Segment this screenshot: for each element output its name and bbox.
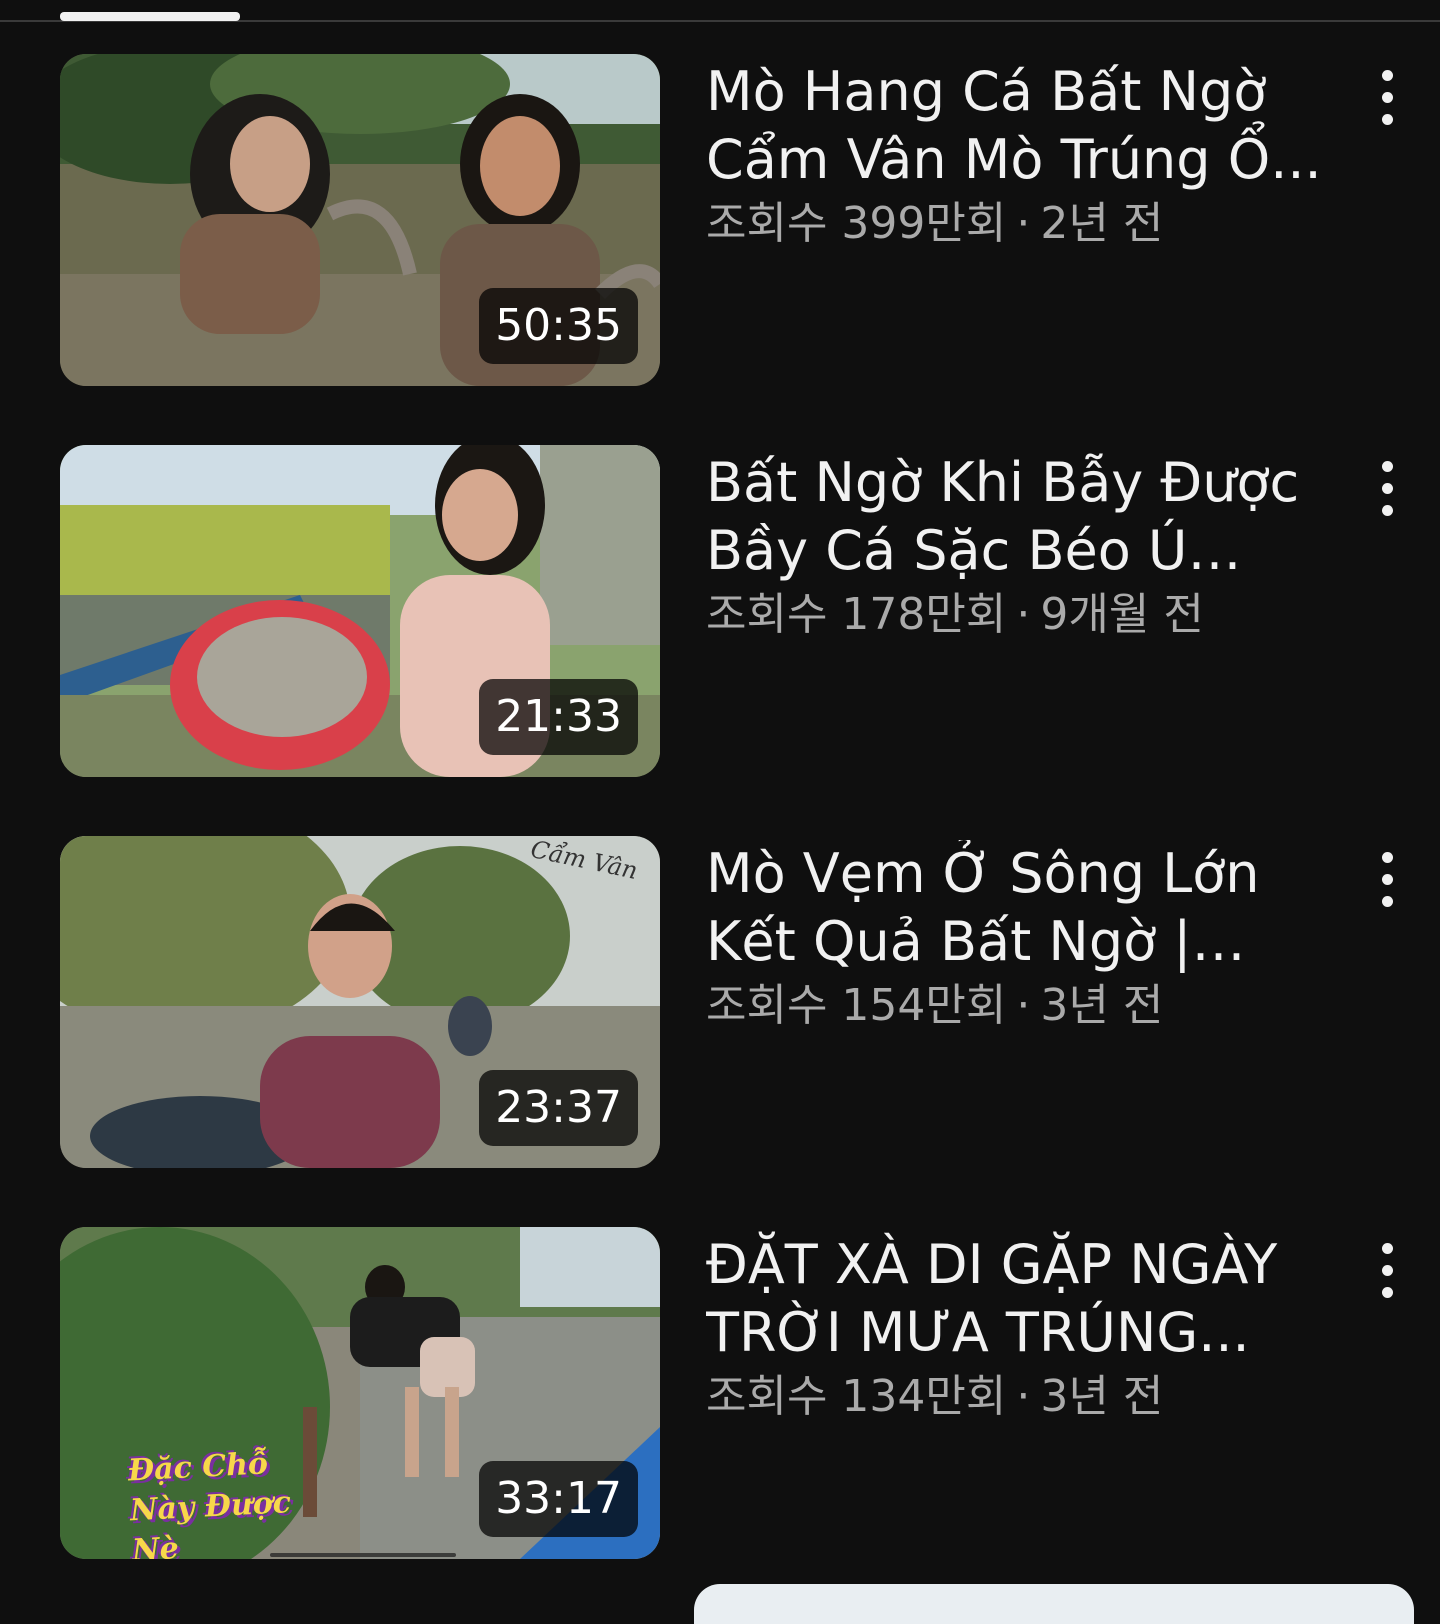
upload-age: 3년 전 — [1040, 980, 1164, 1031]
more-vert-icon[interactable] — [1360, 846, 1416, 916]
video-meta: ĐẶT XÀ DI GẶP NGÀY TRỜI MƯA TRÚNG... 조회수… — [706, 1227, 1326, 1425]
video-list: 50:35 Mò Hang Cá Bất Ngờ Cẩm Vân Mò Trún… — [0, 0, 1440, 1624]
upload-age: 9개월 전 — [1040, 589, 1204, 640]
thumbnail-caption: Đặc Chỗ Này Được Nè — [127, 1446, 292, 1559]
video-duration-badge: 33:17 — [479, 1461, 638, 1537]
video-item[interactable]: 50:35 Mò Hang Cá Bất Ngờ Cẩm Vân Mò Trún… — [0, 54, 1440, 386]
separator-dot: · — [1016, 198, 1031, 249]
video-stats: 조회수 399만회 · 2년 전 — [706, 196, 1326, 252]
video-title[interactable]: Bất Ngờ Khi Bẫy Được Bầy Cá Sặc Béo Ú Sa… — [706, 449, 1326, 585]
video-duration-badge: 21:33 — [479, 679, 638, 755]
video-stats: 조회수 178만회 · 9개월 전 — [706, 587, 1326, 643]
video-stats: 조회수 154만회 · 3년 전 — [706, 978, 1326, 1034]
video-title[interactable]: Mò Vẹm Ở Sông Lớn Kết Quả Bất Ngờ | Cẩm … — [706, 840, 1326, 976]
video-title[interactable]: Mò Hang Cá Bất Ngờ Cẩm Vân Mò Trúng Ổ... — [706, 58, 1326, 194]
view-count: 조회수 399만회 — [706, 198, 1007, 249]
video-item[interactable]: Cẩm Vân 23:37 Mò Vẹm Ở Sông Lớn Kết Quả … — [0, 836, 1440, 1168]
view-count: 조회수 134만회 — [706, 1371, 1007, 1422]
video-title[interactable]: ĐẶT XÀ DI GẶP NGÀY TRỜI MƯA TRÚNG... — [706, 1231, 1326, 1367]
video-item[interactable]: 21:33 Bất Ngờ Khi Bẫy Được Bầy Cá Sặc Bé… — [0, 445, 1440, 777]
separator-dot: · — [1016, 980, 1031, 1031]
next-item-preview — [694, 1584, 1414, 1624]
video-meta: Mò Vẹm Ở Sông Lớn Kết Quả Bất Ngờ | Cẩm … — [706, 836, 1326, 1034]
view-count: 조회수 178만회 — [706, 589, 1007, 640]
video-stats: 조회수 134만회 · 3년 전 — [706, 1369, 1326, 1425]
playback-scrubber[interactable] — [270, 1553, 456, 1557]
more-vert-icon[interactable] — [1360, 1237, 1416, 1307]
video-thumbnail[interactable]: Cẩm Vân 23:37 — [60, 836, 660, 1168]
upload-age: 3년 전 — [1040, 1371, 1164, 1422]
video-meta: Bất Ngờ Khi Bẫy Được Bầy Cá Sặc Béo Ú Sa… — [706, 445, 1326, 643]
video-meta: Mò Hang Cá Bất Ngờ Cẩm Vân Mò Trúng Ổ...… — [706, 54, 1326, 252]
separator-dot: · — [1016, 589, 1031, 640]
video-thumbnail[interactable]: 50:35 — [60, 54, 660, 386]
view-count: 조회수 154만회 — [706, 980, 1007, 1031]
separator-dot: · — [1016, 1371, 1031, 1422]
video-item[interactable]: Đặc Chỗ Này Được Nè 33:17 ĐẶT XÀ DI GẶP … — [0, 1227, 1440, 1559]
more-vert-icon[interactable] — [1360, 64, 1416, 134]
upload-age: 2년 전 — [1040, 198, 1164, 249]
video-thumbnail[interactable]: Đặc Chỗ Này Được Nè 33:17 — [60, 1227, 660, 1559]
video-duration-badge: 23:37 — [479, 1070, 638, 1146]
video-thumbnail[interactable]: 21:33 — [60, 445, 660, 777]
more-vert-icon[interactable] — [1360, 455, 1416, 525]
video-duration-badge: 50:35 — [479, 288, 638, 364]
